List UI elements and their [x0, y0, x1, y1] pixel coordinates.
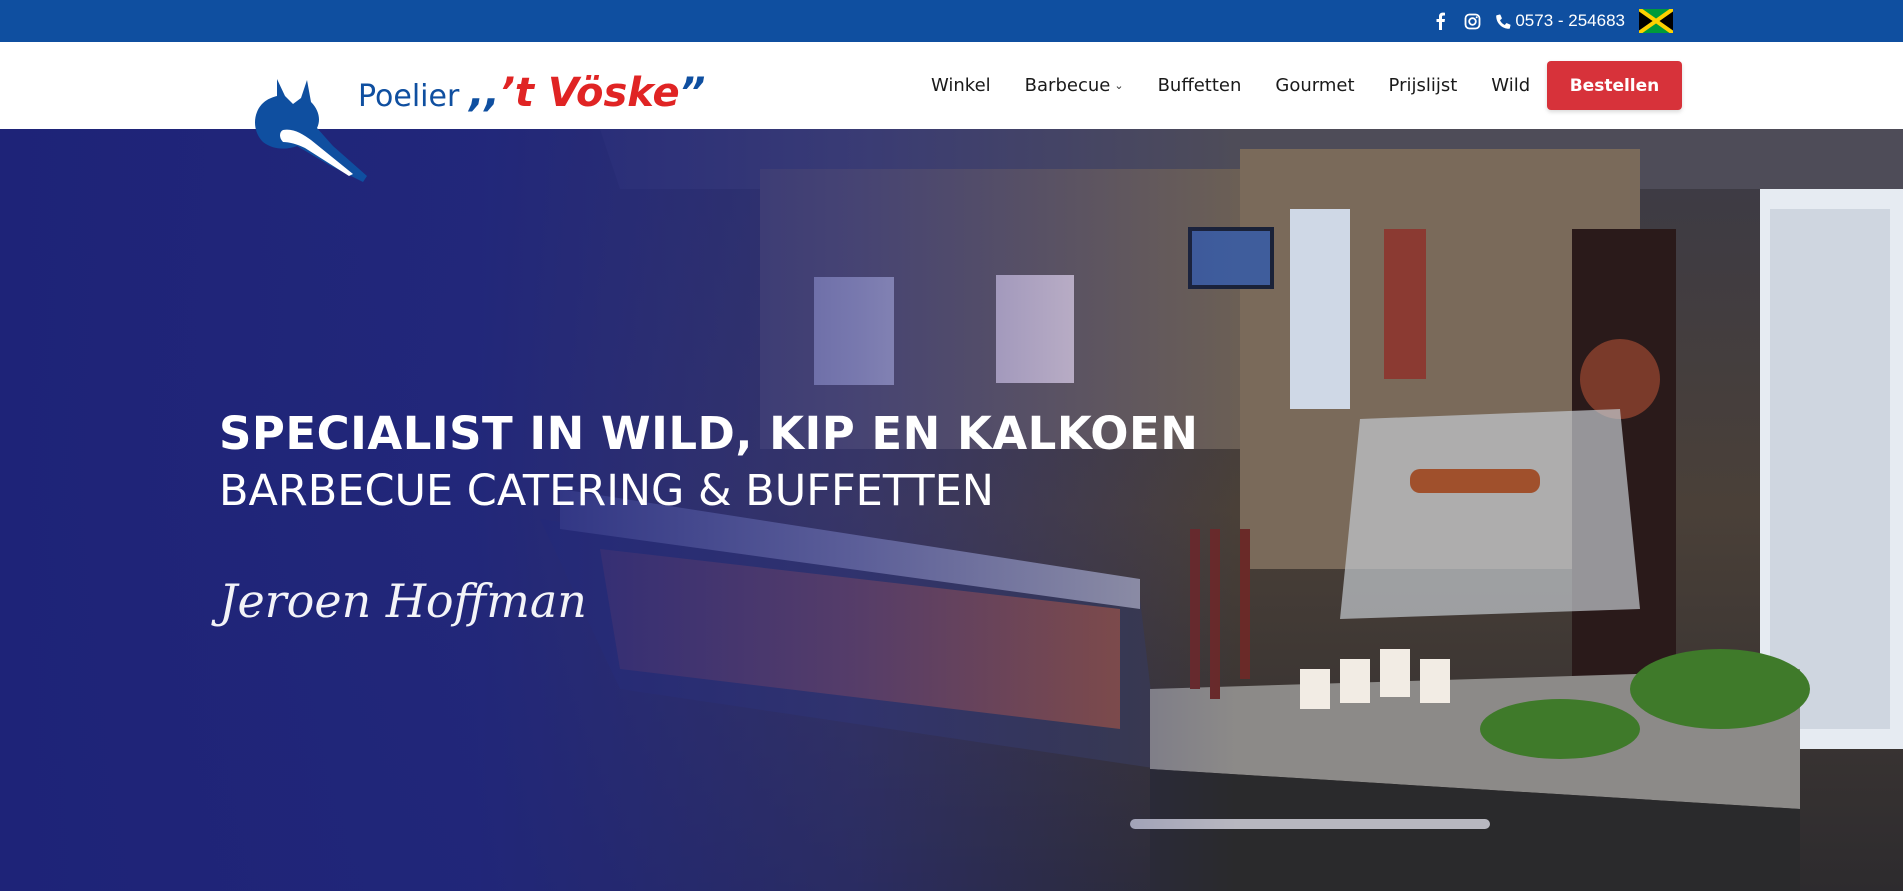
order-button[interactable]: Bestellen — [1547, 61, 1682, 110]
nav-label: Prijslijst — [1388, 75, 1458, 96]
nav-item-buffetten[interactable]: Buffetten — [1158, 75, 1242, 96]
brand-title: ’t Vöske — [499, 70, 680, 116]
brand-prefix: Poelier — [358, 79, 460, 114]
facebook-icon[interactable] — [1431, 12, 1449, 30]
signature: Jeroen Hoffman — [219, 574, 587, 628]
brand-open-quote: ,, — [469, 70, 500, 116]
nav-label: Barbecue — [1024, 75, 1111, 96]
instagram-icon[interactable] — [1463, 12, 1481, 30]
brand-close-quote: ” — [679, 70, 706, 116]
top-bar-contacts: 0573 - 254683 — [1431, 0, 1673, 42]
hero-subtitle: BARBECUE CATERING & BUFFETTEN — [219, 466, 994, 516]
brand-wordmark[interactable]: Poelier ,,’t Vöske” — [358, 70, 705, 116]
fox-logo-icon[interactable] — [253, 76, 373, 186]
nav-item-prijslijst[interactable]: Prijslijst — [1389, 75, 1458, 96]
nav-item-gourmet[interactable]: Gourmet — [1275, 75, 1354, 96]
nav-label: Buffetten — [1157, 75, 1242, 96]
phone-link[interactable]: 0573 - 254683 — [1495, 11, 1625, 31]
chevron-down-icon: ⌄ — [1114, 79, 1124, 92]
phone-number: 0573 - 254683 — [1515, 11, 1625, 30]
nav-label: Winkel — [931, 75, 991, 96]
nav-label: Gourmet — [1275, 75, 1355, 96]
hero-section: SPECIALIST IN WILD, KIP EN KALKOEN BARBE… — [0, 129, 1903, 891]
nav-item-winkel[interactable]: Winkel — [931, 75, 991, 96]
main-nav: Winkel Barbecue ⌄ Buffetten Gourmet Prijs… — [931, 42, 1530, 129]
nav-label: Wild — [1491, 75, 1531, 96]
nav-item-wild[interactable]: Wild — [1491, 75, 1530, 96]
phone-icon — [1496, 14, 1511, 29]
brand-name: ,,’t Vöske” — [469, 70, 705, 116]
nav-item-barbecue[interactable]: Barbecue ⌄ — [1025, 75, 1124, 96]
top-bar: 0573 - 254683 — [0, 0, 1903, 42]
jamaica-flag-icon[interactable] — [1639, 9, 1673, 33]
hero-title: SPECIALIST IN WILD, KIP EN KALKOEN — [219, 407, 1199, 460]
